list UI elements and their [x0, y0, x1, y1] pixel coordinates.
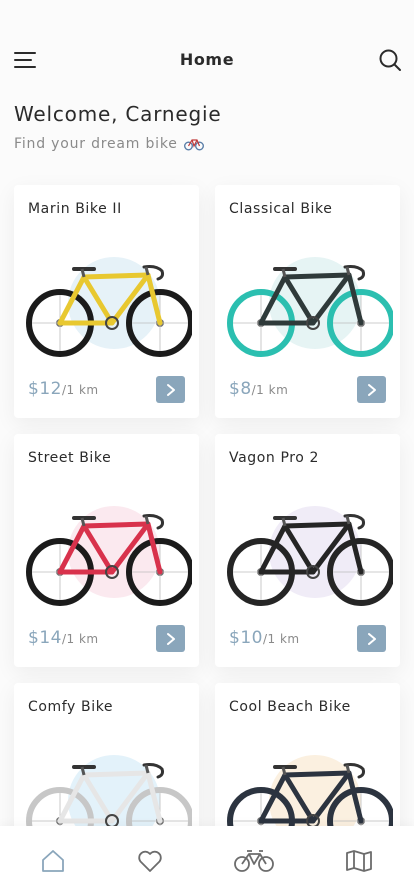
price-value: $8: [229, 379, 252, 399]
chevron-right-icon: [166, 632, 175, 645]
bike-name: Classical Bike: [229, 201, 333, 217]
price-unit: /1 km: [61, 632, 99, 646]
chevron-right-icon: [367, 632, 376, 645]
bike-image: [22, 494, 194, 614]
page-title: Home: [179, 50, 235, 69]
bike-card[interactable]: Classical Bike $8 /1 km: [215, 185, 400, 418]
price-unit: /1 km: [262, 632, 300, 646]
bike-name: Vagon Pro 2: [229, 450, 320, 466]
home-icon: [42, 850, 64, 872]
bike-card[interactable]: Street Bike $14 /1 km: [14, 434, 199, 667]
map-icon: [346, 850, 372, 872]
tab-bikes[interactable]: [234, 846, 274, 876]
tab-bar: [0, 826, 414, 896]
bike-image: [223, 494, 395, 614]
view-bike-button[interactable]: [156, 376, 185, 403]
price-value: $14: [28, 628, 62, 648]
bike-name: Cool Beach Bike: [229, 699, 351, 715]
bike-icon: [234, 850, 274, 872]
heart-icon: [138, 850, 162, 872]
bike-name: Street Bike: [28, 450, 112, 466]
bike-emoji-icon: [183, 139, 204, 151]
bike-image: [223, 245, 395, 365]
view-bike-button[interactable]: [357, 376, 386, 403]
welcome-subtitle: Find your dream bike: [14, 136, 204, 152]
price-value: $10: [229, 628, 263, 648]
chevron-right-icon: [166, 383, 175, 396]
search-icon[interactable]: [378, 48, 402, 72]
price-unit: /1 km: [61, 383, 99, 397]
view-bike-button[interactable]: [357, 625, 386, 652]
tab-favorites[interactable]: [135, 846, 165, 876]
view-bike-button[interactable]: [156, 625, 185, 652]
bike-price: $12 /1 km: [28, 379, 99, 399]
bike-price: $8 /1 km: [229, 379, 288, 399]
bike-image: [22, 245, 194, 365]
bike-price: $14 /1 km: [28, 628, 99, 648]
bike-name: Comfy Bike: [28, 699, 114, 715]
tab-home[interactable]: [38, 846, 68, 876]
welcome-title: Welcome, Carnegie: [14, 102, 222, 126]
bike-price: $10 /1 km: [229, 628, 300, 648]
header: Home: [0, 40, 414, 80]
chevron-right-icon: [367, 383, 376, 396]
bike-card[interactable]: Vagon Pro 2 $10 /1 km: [215, 434, 400, 667]
bike-card[interactable]: Marin Bike II $12 /1 km: [14, 185, 199, 418]
price-value: $12: [28, 379, 62, 399]
subtitle-text: Find your dream bike: [14, 136, 178, 152]
bike-name: Marin Bike II: [28, 201, 122, 217]
tab-map[interactable]: [344, 846, 374, 876]
price-unit: /1 km: [251, 383, 289, 397]
